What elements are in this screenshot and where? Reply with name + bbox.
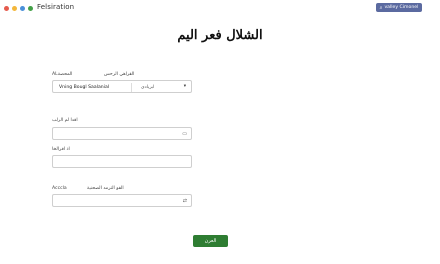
header-action-button[interactable]: ⌕ valley Cimonel bbox=[376, 3, 422, 12]
top-bar: Felsiration ⌕ valley Cimonel bbox=[0, 0, 440, 16]
calendar-icon: ▭ bbox=[182, 131, 187, 137]
address-input[interactable]: ▭ bbox=[52, 127, 192, 140]
name-select-secondary: ابريادي bbox=[141, 85, 155, 90]
name-select-value: Vning Bougl Saalanial bbox=[59, 85, 110, 90]
divider bbox=[131, 83, 132, 92]
window-dot-blue[interactable] bbox=[20, 6, 25, 11]
notes-field-label: الفو الترمد الصحنية bbox=[87, 186, 124, 191]
submit-button[interactable]: العرن bbox=[193, 235, 228, 247]
name-field-label-right: القراهي الرحس bbox=[104, 72, 135, 77]
search-icon: ⌕ bbox=[379, 4, 383, 11]
window-dot-yellow[interactable] bbox=[12, 6, 17, 11]
window-dot-red[interactable] bbox=[4, 6, 9, 11]
window-controls bbox=[4, 6, 33, 11]
name-field-label-left: ALالمحصة bbox=[52, 72, 73, 77]
app-title: Felsiration bbox=[37, 3, 75, 11]
page-title: الشلال فعر اليم bbox=[177, 28, 263, 43]
swap-icon: ⇄ bbox=[182, 198, 187, 204]
name-select[interactable]: Vning Bougl Saalanial ابريادي ▾ bbox=[52, 80, 192, 93]
form-page: Felsiration ⌕ valley Cimonel الشلال فعر … bbox=[0, 0, 440, 264]
header-action-label: valley Cimonel bbox=[384, 5, 419, 10]
address-field-label: اقدا لم الرلب bbox=[52, 118, 78, 123]
notes-field-label-prefix: Acccla bbox=[52, 186, 67, 191]
notes-input[interactable]: ⇄ bbox=[52, 194, 192, 207]
city-field-label: اذ اقرالخا bbox=[52, 147, 70, 152]
window-dot-green[interactable] bbox=[28, 6, 33, 11]
chevron-down-icon: ▾ bbox=[183, 84, 186, 89]
city-input[interactable] bbox=[52, 155, 192, 168]
